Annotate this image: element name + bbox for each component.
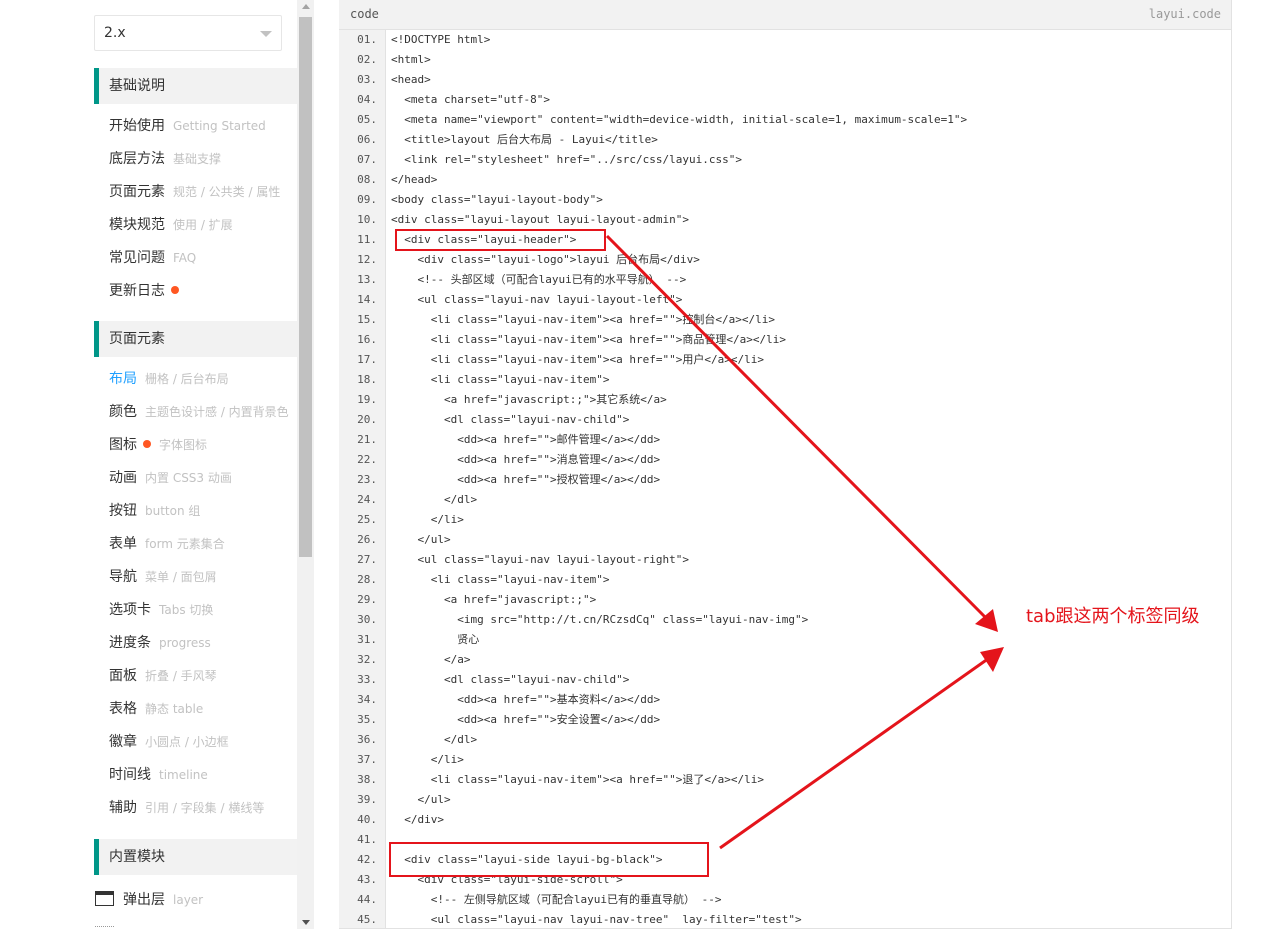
arrow-line-from-side <box>719 654 993 850</box>
annotation-text: tab跟这两个标签同级 <box>1026 606 1200 627</box>
arrow-line-from-header <box>605 234 990 622</box>
annotation-arrows <box>605 234 1004 850</box>
arrowhead-icon <box>980 647 1004 672</box>
